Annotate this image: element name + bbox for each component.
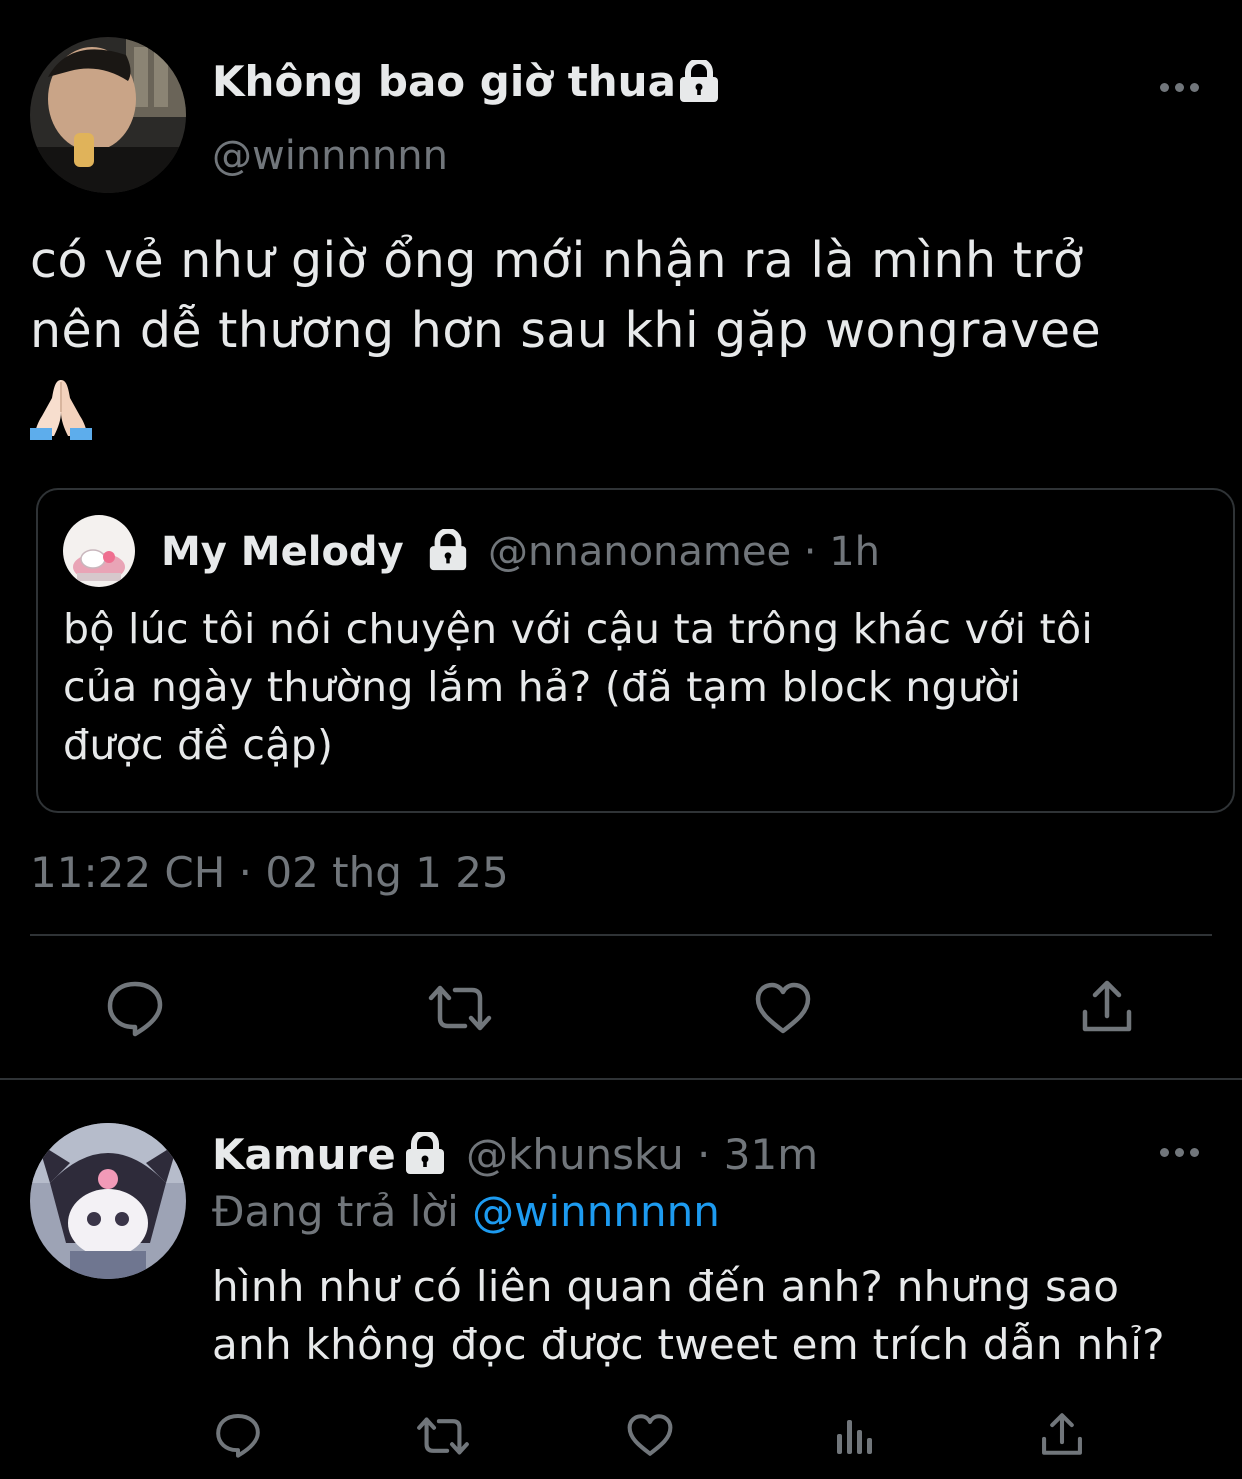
like-icon[interactable] [626, 1413, 674, 1457]
more-icon[interactable] [1160, 83, 1199, 92]
quote-text-line: được đề cập) [63, 721, 334, 769]
like-icon[interactable] [754, 981, 812, 1035]
quote-avatar[interactable] [63, 515, 135, 587]
section-divider [0, 1078, 1242, 1080]
tweet-text-line: có vẻ như giờ ổng mới nhận ra là mình tr… [30, 232, 1084, 289]
folded-hands-emoji [30, 376, 92, 444]
replying-prefix: Đang trả lời [212, 1187, 459, 1236]
analytics-icon[interactable] [834, 1416, 878, 1456]
quote-text-line: của ngày thường lắm hả? (đã tạm block ng… [63, 663, 1022, 711]
quote-display-name[interactable]: My Melody [161, 526, 404, 578]
timestamp[interactable]: 11:22 CH · 02 thg 1 25 [30, 846, 509, 900]
reply-icon[interactable] [214, 1412, 262, 1458]
reply-avatar[interactable] [30, 1123, 186, 1279]
reply-text-line: hình như có liên quan đến anh? nhưng sao [212, 1262, 1120, 1311]
retweet-icon[interactable] [425, 980, 495, 1036]
reply-text-line: anh không đọc được tweet em trích dẫn nh… [212, 1320, 1165, 1369]
reply-icon[interactable] [105, 979, 165, 1037]
quote-text: bộ lúc tôi nói chuyện với cậu ta trông k… [63, 600, 1093, 774]
mention-link[interactable]: @winnnnnn [472, 1187, 720, 1236]
replying-to: Đang trả lời @winnnnnn [212, 1186, 720, 1238]
avatar[interactable] [30, 37, 186, 193]
divider [30, 934, 1212, 936]
display-name[interactable]: Không bao giờ thua [212, 56, 676, 108]
reply-text: hình như có liên quan đến anh? nhưng sao… [212, 1258, 1165, 1374]
quote-handle-time[interactable]: @nnanonamee · 1h [488, 526, 880, 578]
quote-text-line: bộ lúc tôi nói chuyện với cậu ta trông k… [63, 605, 1094, 653]
more-icon[interactable] [1160, 1148, 1199, 1157]
handle[interactable]: @winnnnnn [212, 130, 448, 182]
share-icon[interactable] [1080, 978, 1134, 1034]
tweet-text: có vẻ như giờ ổng mới nhận ra là mình tr… [30, 226, 1101, 366]
lock-icon [402, 1132, 448, 1174]
lock-icon [676, 60, 722, 102]
reply-display-name[interactable]: Kamure [212, 1129, 396, 1181]
retweet-icon[interactable] [414, 1413, 472, 1459]
tweet-text-line: nên dễ thương hơn sau khi gặp wongravee [30, 302, 1102, 359]
share-icon[interactable] [1040, 1411, 1084, 1457]
lock-icon [426, 529, 470, 571]
reply-handle-time[interactable]: @khunsku · 31m [466, 1129, 818, 1181]
